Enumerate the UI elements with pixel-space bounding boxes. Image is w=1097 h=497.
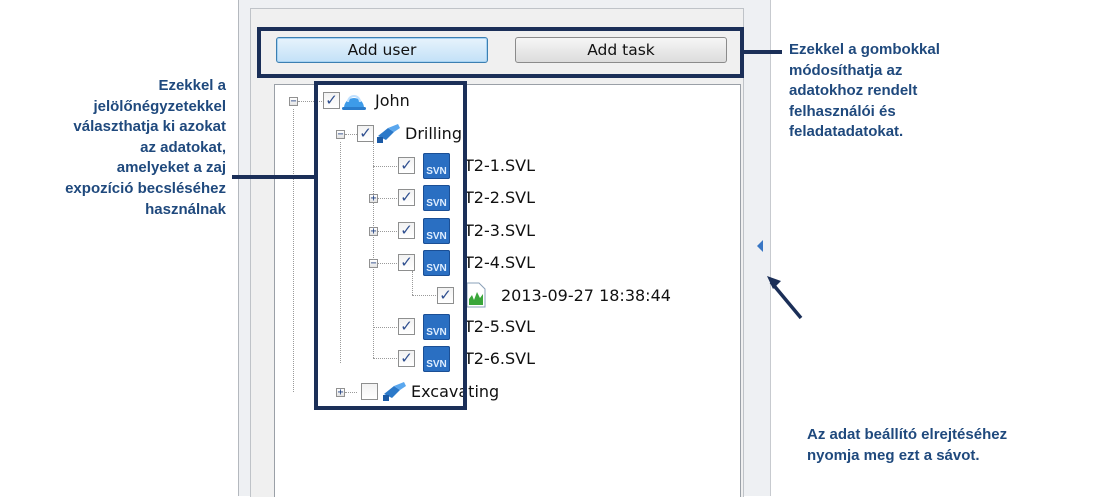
node-checkbox-measurement[interactable]: ✓ <box>437 287 454 304</box>
tree-guide-line <box>378 198 397 199</box>
tree-guide-line <box>345 134 357 135</box>
annotation-connector <box>744 50 782 54</box>
svn-badge-text: SVN <box>426 263 447 274</box>
callout-hide-bar: Az adat beállító elrejtéséhez nyomja meg… <box>807 425 1087 466</box>
callout-line: használnak <box>145 200 226 218</box>
node-label-task: Drilling <box>405 124 462 143</box>
svn-file-icon: SVN <box>423 250 450 276</box>
annotation-connector <box>232 175 316 179</box>
node-checkbox-excavating[interactable] <box>361 383 378 400</box>
annotation-arrow-icon <box>767 276 803 320</box>
tree-guide-line <box>412 271 413 295</box>
svn-badge-text: SVN <box>426 359 447 370</box>
node-label-user: John <box>375 91 410 110</box>
svn-badge-text: SVN <box>426 327 447 338</box>
drill-icon <box>377 124 400 143</box>
collapse-panel-arrow-icon[interactable] <box>757 240 763 252</box>
node-checkbox-file[interactable]: ✓ <box>398 318 415 335</box>
tree-guide-line <box>373 327 397 328</box>
tree-guide-line <box>345 392 357 393</box>
callout-line: expozíció becsléséhez <box>65 179 226 197</box>
callout-checkboxes: Ezekkel a jelölőnégyzetekkel választhatj… <box>0 76 226 220</box>
collapse-toggle-icon[interactable]: − <box>369 259 378 269</box>
tree-guide-line <box>378 231 397 232</box>
svn-file-icon: SVN <box>423 218 450 244</box>
collapse-toggle-icon[interactable]: − <box>289 97 298 107</box>
callout-line: az adatokat, <box>140 138 226 156</box>
tree-guide-line <box>378 263 397 264</box>
tree-guide-line <box>340 142 341 363</box>
svn-badge-text: SVN <box>426 198 447 209</box>
tree-guide-line <box>412 295 436 296</box>
expand-toggle-icon[interactable]: + <box>369 227 378 237</box>
callout-line: Ezekkel a gombokkal <box>789 41 940 58</box>
svn-badge-text: SVN <box>426 166 447 177</box>
node-checkbox-file[interactable]: ✓ <box>398 350 415 367</box>
callout-buttons: Ezekkel a gombokkal módosíthatja az adat… <box>789 40 989 143</box>
node-label-file: T2-4.SVL <box>464 253 536 272</box>
svn-file-icon: SVN <box>423 346 450 372</box>
node-label-file: T2-5.SVL <box>464 317 536 336</box>
node-checkbox-drilling[interactable]: ✓ <box>357 125 374 142</box>
svn-file-icon: SVN <box>423 314 450 340</box>
callout-line: amelyeket a zaj <box>116 159 226 177</box>
node-checkbox-file[interactable]: ✓ <box>398 254 415 271</box>
node-checkbox-file[interactable]: ✓ <box>398 157 415 174</box>
add-task-button[interactable]: Add task <box>515 37 727 63</box>
callout-line: feladatadatokat. <box>789 123 904 141</box>
node-label-task: Excavating <box>411 382 500 401</box>
callout-line: módosíthatja az <box>789 61 903 79</box>
node-label-file: T2-2.SVL <box>464 188 536 207</box>
node-label-file: T2-6.SVL <box>464 349 536 368</box>
node-checkbox-file[interactable]: ✓ <box>398 189 415 206</box>
callout-line: Az adat beállító elrejtéséhez <box>807 426 1008 443</box>
drill-icon <box>383 382 406 401</box>
tree-guide-line <box>373 166 397 167</box>
callout-line: felhasználói és <box>789 102 896 120</box>
svn-file-icon: SVN <box>423 185 450 211</box>
callout-line: jelölőnégyzetekkel <box>93 97 226 115</box>
node-label-file: T2-3.SVL <box>464 221 536 240</box>
node-checkbox-file[interactable]: ✓ <box>398 222 415 239</box>
node-label-measurement: 2013-09-27 18:38:44 <box>501 286 671 305</box>
callout-line: adatokhoz rendelt <box>789 82 918 100</box>
tree-guide-line <box>373 142 374 358</box>
tree-guide-line <box>293 109 294 392</box>
tree-guide-line <box>373 358 397 359</box>
expand-toggle-icon[interactable]: + <box>336 388 345 398</box>
callout-line: Ezekkel a <box>158 77 226 94</box>
node-checkbox-john[interactable]: ✓ <box>323 92 340 109</box>
svn-badge-text: SVN <box>426 231 447 242</box>
expand-toggle-icon[interactable]: + <box>369 194 378 204</box>
callout-line: nyomja meg ezt a sávot. <box>807 446 980 464</box>
add-user-button[interactable]: Add user <box>276 37 488 63</box>
node-label-file: T2-1.SVL <box>464 156 536 175</box>
svn-file-icon: SVN <box>423 153 450 179</box>
user-helmet-icon <box>342 95 366 110</box>
chart-document-icon <box>466 282 486 308</box>
tree-guide-line <box>298 101 322 102</box>
collapse-toggle-icon[interactable]: − <box>336 130 345 140</box>
callout-line: választhatja ki azokat <box>73 118 226 136</box>
